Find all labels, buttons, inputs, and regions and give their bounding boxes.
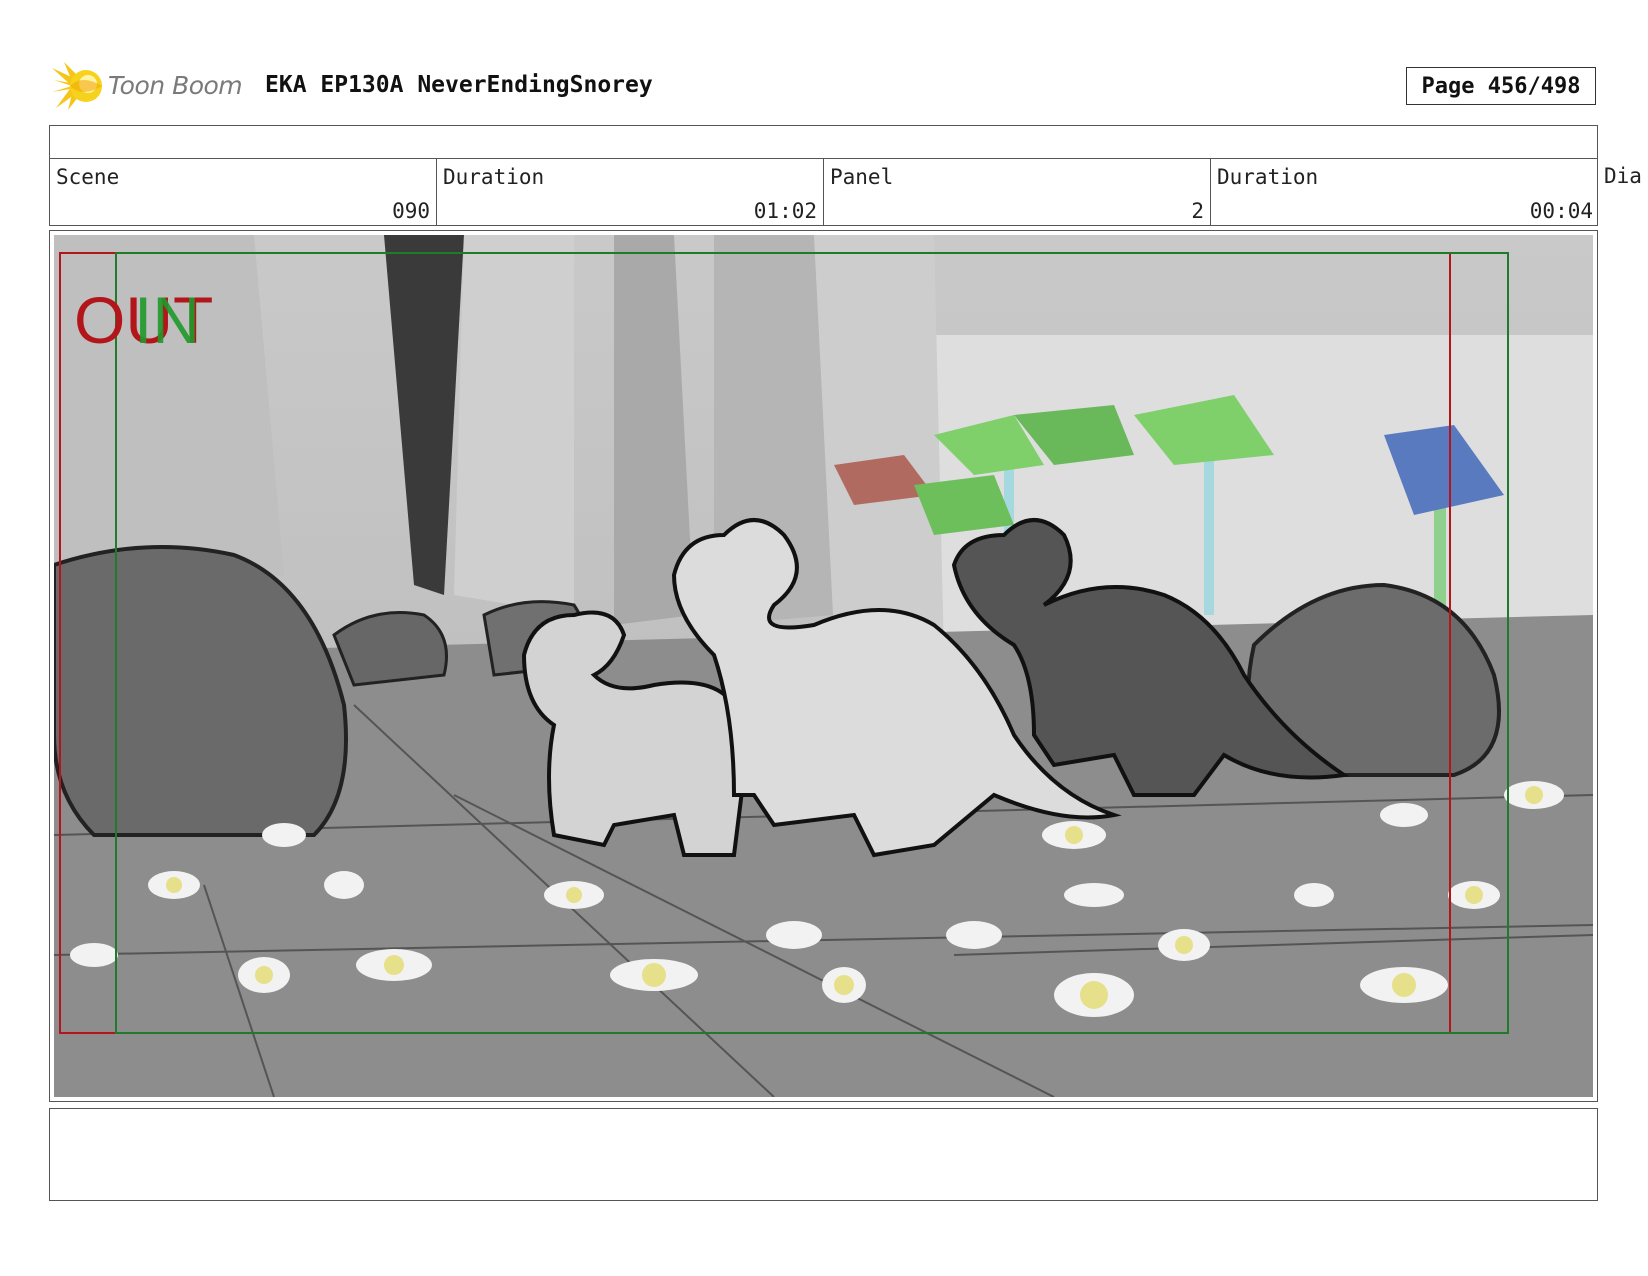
scene-label: Scene <box>56 165 120 189</box>
panel-duration-label: Duration <box>1217 165 1319 189</box>
dialog-label-clipped: Dia <box>1604 164 1642 188</box>
scene-duration-label: Duration <box>443 165 545 189</box>
brand-name: Toon Boom <box>108 71 243 100</box>
scene-cell: Scene 090 <box>50 159 437 225</box>
panel-drawing: OUT IN <box>54 235 1593 1097</box>
page-header: Toon Boom EKA EP130A NeverEndingSnorey P… <box>52 56 1602 116</box>
scene-value: 090 <box>392 199 430 223</box>
header-blank-row <box>49 125 1598 158</box>
storyboard-panel-image: OUT IN <box>49 230 1598 1102</box>
sun-logo-icon <box>52 62 102 110</box>
page-indicator: Page 456/498 <box>1406 67 1596 105</box>
dialog-notes-box <box>49 1108 1598 1201</box>
panel-duration-value: 00:04 <box>1529 199 1593 223</box>
document-title: EKA EP130A NeverEndingSnorey <box>265 72 653 98</box>
panel-info-row: Scene 090 Duration 01:02 Panel 2 Duratio… <box>49 158 1598 226</box>
panel-duration-cell: Duration 00:04 <box>1211 159 1599 225</box>
scene-duration-value: 01:02 <box>753 199 817 223</box>
panel-label: Panel <box>830 165 894 189</box>
panel-value: 2 <box>1191 199 1204 223</box>
toon-boom-logo: Toon Boom <box>52 60 257 112</box>
panel-cell: Panel 2 <box>824 159 1211 225</box>
in-frame-label: IN <box>134 283 200 357</box>
scene-duration-cell: Duration 01:02 <box>437 159 824 225</box>
